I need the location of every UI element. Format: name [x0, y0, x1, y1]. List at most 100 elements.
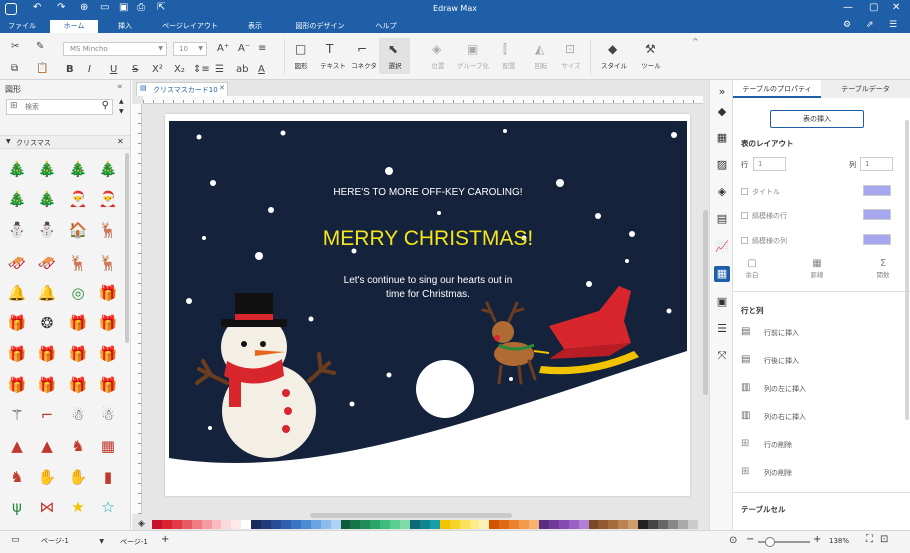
- font-size-select[interactable]: 10 ▼: [173, 42, 207, 56]
- color-swatch[interactable]: [409, 520, 420, 529]
- gift-icon[interactable]: 🎁: [36, 374, 58, 396]
- color-swatch[interactable]: [538, 520, 549, 529]
- gift-icon[interactable]: 🎁: [6, 343, 28, 365]
- zoom-in-icon[interactable]: +: [813, 534, 821, 545]
- sleigh-icon[interactable]: 🛷: [6, 252, 28, 274]
- delete-col-item[interactable]: ⊞ 列の削除: [741, 466, 901, 480]
- row-count-stepper[interactable]: 1: [753, 157, 786, 171]
- reindeer-icon[interactable]: 🦌: [97, 219, 119, 241]
- checkbox[interactable]: [741, 188, 748, 195]
- delete-row-item[interactable]: ⊞ 行の削除: [741, 438, 901, 452]
- fit-page-icon[interactable]: ⛶: [866, 534, 873, 545]
- minimize-icon[interactable]: —: [843, 2, 853, 13]
- style-icon[interactable]: ◆: [608, 42, 617, 56]
- menu-view[interactable]: 表示: [238, 20, 272, 33]
- col-count-stepper[interactable]: 1: [860, 157, 893, 171]
- grid-icon[interactable]: ▦: [714, 130, 730, 146]
- santa-icon[interactable]: 🎅: [67, 188, 89, 210]
- menu-help[interactable]: ヘルプ: [367, 20, 405, 33]
- menu-insert[interactable]: 挿入: [108, 20, 142, 33]
- gift-icon[interactable]: 🎁: [67, 374, 89, 396]
- cut-icon[interactable]: ✂: [11, 40, 19, 54]
- snowman-icon[interactable]: ⛄: [6, 219, 28, 241]
- scroll-up-icon[interactable]: ▲: [119, 98, 124, 105]
- export-icon[interactable]: ⇱: [157, 2, 165, 13]
- undo-icon[interactable]: ↶: [33, 2, 41, 13]
- menu-shape-design[interactable]: 図形のデザイン: [287, 20, 353, 33]
- color-swatch[interactable]: [548, 520, 559, 529]
- color-swatch[interactable]: [191, 520, 202, 529]
- checkbox[interactable]: [741, 212, 748, 219]
- star-icon[interactable]: ★: [67, 496, 89, 518]
- color-swatch[interactable]: [171, 520, 182, 529]
- bell-icon[interactable]: 🔔: [36, 282, 58, 304]
- color-swatch[interactable]: [578, 520, 589, 529]
- panel-scrollbar[interactable]: [905, 120, 909, 420]
- list-icon[interactable]: ☰: [714, 321, 730, 337]
- copy-icon[interactable]: ⧉: [11, 62, 18, 76]
- gift-icon[interactable]: 🎁: [36, 343, 58, 365]
- color-swatch[interactable]: [211, 520, 222, 529]
- table-icon[interactable]: ▦: [714, 266, 730, 282]
- gift-icon[interactable]: 🎁: [67, 312, 89, 334]
- scroll-down-icon[interactable]: ▼: [119, 108, 124, 115]
- category-header[interactable]: ▼ クリスマス ✕: [0, 135, 130, 149]
- color-swatch[interactable]: [390, 520, 401, 529]
- font-name-select[interactable]: MS Mincho ▼: [63, 42, 167, 56]
- color-swatch[interactable]: [449, 520, 460, 529]
- candy-cane-icon[interactable]: ⌐: [36, 404, 58, 426]
- bells-icon[interactable]: 🔔: [6, 282, 28, 304]
- ribbon-collapse-icon[interactable]: ^: [692, 37, 699, 46]
- ornament-icon[interactable]: ❂: [36, 312, 58, 334]
- gift-icon[interactable]: 🎁: [6, 374, 28, 396]
- zoom-level[interactable]: 138%: [829, 537, 849, 545]
- color-swatch[interactable]: [529, 520, 539, 529]
- strikethrough-icon[interactable]: S: [132, 63, 138, 77]
- stocking-icon[interactable]: ♞: [6, 466, 28, 488]
- search-icon[interactable]: ⚲: [102, 100, 109, 111]
- menu-file[interactable]: ファイル: [3, 20, 41, 33]
- sleigh-icon[interactable]: 🛷: [36, 252, 58, 274]
- size-icon[interactable]: ⊡: [565, 42, 575, 56]
- color-swatch[interactable]: [161, 520, 172, 529]
- star-outline-icon[interactable]: ☆: [97, 496, 119, 518]
- color-swatch[interactable]: [687, 520, 698, 529]
- save-icon[interactable]: ▣: [119, 2, 128, 13]
- text-icon[interactable]: T: [326, 42, 333, 56]
- color-swatch[interactable]: [152, 520, 162, 529]
- fit-icon[interactable]: ⤧: [714, 348, 730, 364]
- document-tab[interactable]: ▤ クリスマスカード10 ✕: [136, 82, 228, 96]
- new-icon[interactable]: ⊕: [80, 2, 88, 13]
- color-swatch[interactable]: [251, 520, 262, 529]
- christmas-card[interactable]: HERE'S TO MORE OFF-KEY CAROLING! MERRY C…: [169, 121, 687, 490]
- redo-icon[interactable]: ↷: [57, 2, 65, 13]
- banded-cols-color-swatch[interactable]: [863, 234, 891, 245]
- color-swatch[interactable]: [628, 520, 639, 529]
- gift-icon[interactable]: 🎁: [97, 312, 119, 334]
- library-scrollbar[interactable]: [125, 153, 129, 343]
- bow-icon[interactable]: ⋈: [36, 496, 58, 518]
- color-swatch[interactable]: [231, 520, 242, 529]
- print-icon[interactable]: ⎙: [137, 2, 145, 13]
- open-icon[interactable]: ▭: [100, 2, 109, 13]
- borders-button[interactable]: ▦ 罫線: [802, 258, 832, 282]
- align-icon[interactable]: ≡: [258, 42, 266, 56]
- color-swatch[interactable]: [400, 520, 410, 529]
- color-swatch[interactable]: [300, 520, 311, 529]
- mittens-icon[interactable]: ✋: [36, 466, 58, 488]
- library-search-input[interactable]: [25, 101, 95, 113]
- title-color-swatch[interactable]: [863, 185, 891, 196]
- share-icon[interactable]: ⇗: [866, 20, 874, 30]
- page-view-icon[interactable]: ▭: [11, 535, 20, 545]
- fill-bucket-icon[interactable]: ◈: [138, 519, 145, 529]
- bullets-icon[interactable]: ☰: [215, 63, 224, 77]
- fit-window-icon[interactable]: ⊡: [880, 534, 888, 545]
- position-icon[interactable]: ◈: [432, 42, 441, 56]
- christmas-tree-icon[interactable]: 🎄: [36, 158, 58, 180]
- reindeer-icon[interactable]: 🦌: [67, 252, 89, 274]
- close-category-icon[interactable]: ✕: [117, 137, 124, 146]
- color-swatch[interactable]: [221, 520, 232, 529]
- christmas-tree-icon[interactable]: 🎄: [97, 158, 119, 180]
- color-swatch[interactable]: [380, 520, 391, 529]
- christmas-tree-icon[interactable]: 🎄: [6, 188, 28, 210]
